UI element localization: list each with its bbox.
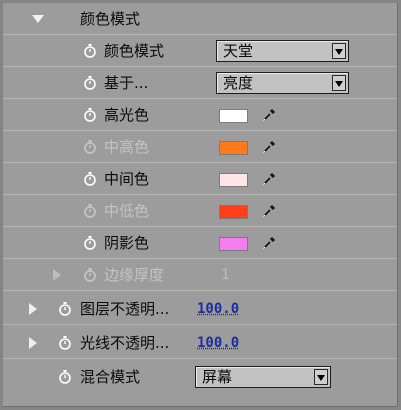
mid-low-color-label: 中低色 xyxy=(104,202,150,220)
select-value: 天堂 xyxy=(223,42,254,60)
eyedropper-icon[interactable] xyxy=(261,107,277,123)
color-mode-label: 颜色模式 xyxy=(104,42,165,60)
light-opacity-label: 光线不透明... xyxy=(80,334,170,352)
stopwatch-icon[interactable] xyxy=(83,76,97,90)
expand-triangle-icon[interactable] xyxy=(29,337,37,349)
stopwatch-icon xyxy=(84,140,96,154)
layer-opacity-label: 图层不透明... xyxy=(80,300,170,318)
shadow-color-swatch[interactable] xyxy=(219,237,248,251)
midtone-color-row: 中间色 xyxy=(3,163,397,195)
stopwatch-icon xyxy=(84,268,96,282)
stopwatch-icon[interactable] xyxy=(83,172,97,186)
edge-thickness-label: 边缘厚度 xyxy=(104,266,165,284)
group-title: 颜色模式 xyxy=(80,10,141,28)
dropdown-arrow-icon[interactable] xyxy=(314,369,328,385)
expand-triangle-icon[interactable] xyxy=(32,15,44,23)
light-opacity-row: 光线不透明... 100.0 xyxy=(3,327,397,359)
layer-opacity-value[interactable]: 100.0 xyxy=(197,293,239,325)
dropdown-arrow-icon[interactable] xyxy=(332,75,346,91)
shadow-color-row: 阴影色 xyxy=(3,227,397,259)
color-mode-row: 颜色模式 天堂 xyxy=(3,35,397,67)
effect-controls-panel: 颜色模式 颜色模式 天堂 基于... 亮度 高光色 中高色 中间色 中低色 阴影… xyxy=(3,3,398,407)
based-on-row: 基于... 亮度 xyxy=(3,67,397,99)
layer-opacity-row: 图层不透明... 100.0 xyxy=(3,293,397,325)
mid-low-color-row: 中低色 xyxy=(3,195,397,227)
highlight-color-label: 高光色 xyxy=(104,106,150,124)
highlight-color-swatch[interactable] xyxy=(219,109,248,123)
color-mode-select[interactable]: 天堂 xyxy=(216,40,349,62)
eyedropper-icon[interactable] xyxy=(261,171,277,187)
color-mode-group-header[interactable]: 颜色模式 xyxy=(3,3,397,35)
mid-high-color-swatch[interactable] xyxy=(219,141,248,155)
stopwatch-icon xyxy=(84,204,96,218)
stopwatch-icon[interactable] xyxy=(58,336,72,350)
eyedropper-icon[interactable] xyxy=(261,203,277,219)
blend-mode-select[interactable]: 屏幕 xyxy=(195,366,331,388)
highlight-color-row: 高光色 xyxy=(3,99,397,131)
stopwatch-icon[interactable] xyxy=(58,302,72,316)
select-value: 屏幕 xyxy=(202,368,233,386)
eyedropper-icon[interactable] xyxy=(261,139,277,155)
dropdown-arrow-icon[interactable] xyxy=(332,43,346,59)
blend-mode-label: 混合模式 xyxy=(80,368,141,386)
stopwatch-icon[interactable] xyxy=(83,108,97,122)
based-on-select[interactable]: 亮度 xyxy=(216,72,349,94)
expand-triangle-icon[interactable] xyxy=(53,269,61,281)
stopwatch-icon[interactable] xyxy=(83,44,97,58)
eyedropper-icon[interactable] xyxy=(261,235,277,251)
edge-thickness-row: 边缘厚度 1 xyxy=(3,259,397,291)
mid-high-color-row: 中高色 xyxy=(3,131,397,163)
stopwatch-icon[interactable] xyxy=(58,370,72,384)
midtone-color-label: 中间色 xyxy=(104,170,150,188)
based-on-label: 基于... xyxy=(104,74,149,92)
mid-high-color-label: 中高色 xyxy=(104,138,150,156)
expand-triangle-icon[interactable] xyxy=(29,303,37,315)
light-opacity-value[interactable]: 100.0 xyxy=(197,327,239,359)
shadow-color-label: 阴影色 xyxy=(104,234,150,252)
edge-thickness-value[interactable]: 1 xyxy=(221,259,229,291)
blend-mode-row: 混合模式 屏幕 xyxy=(3,361,397,393)
stopwatch-icon[interactable] xyxy=(83,236,97,250)
select-value: 亮度 xyxy=(223,74,254,92)
mid-low-color-swatch[interactable] xyxy=(219,205,248,219)
midtone-color-swatch[interactable] xyxy=(219,173,248,187)
